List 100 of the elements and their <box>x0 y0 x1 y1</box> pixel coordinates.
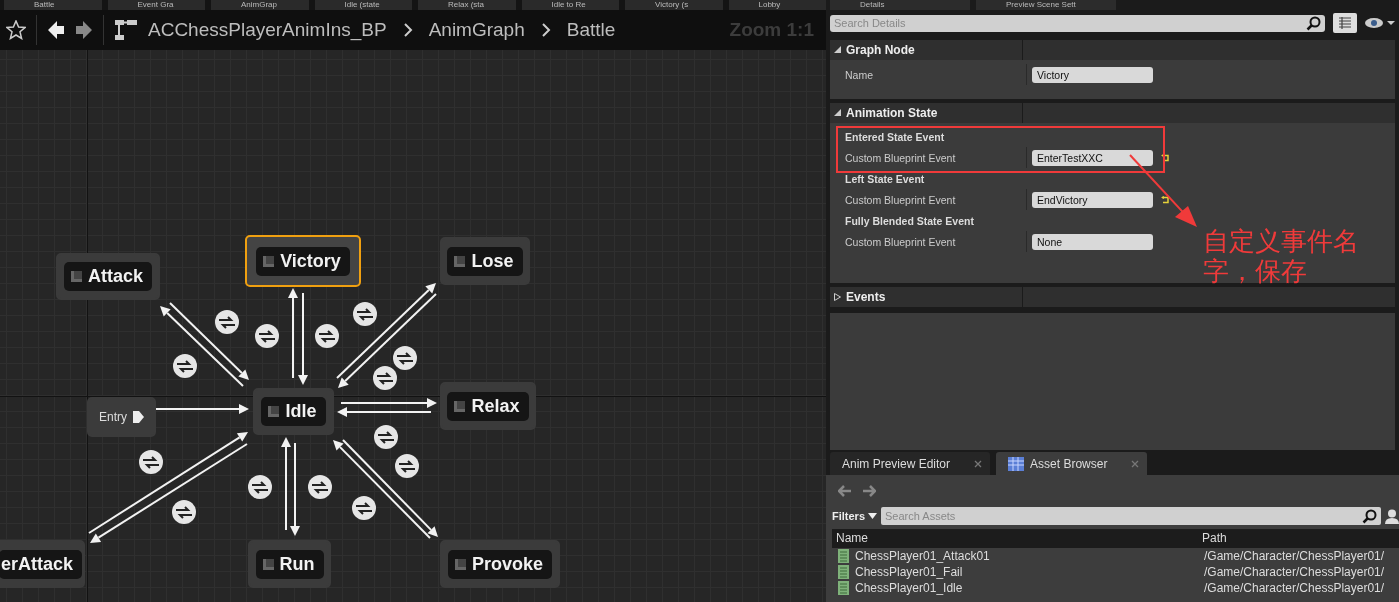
transition-icon[interactable] <box>172 500 196 524</box>
transition-arrow[interactable] <box>342 439 438 537</box>
category-label: Left State Event <box>844 172 925 185</box>
document-tab[interactable]: Relax (sta <box>418 0 516 10</box>
document-tab[interactable]: Idle (state <box>314 0 412 10</box>
node-label: Victory <box>280 250 341 272</box>
annotation-note: 自定义事件名字，保存 <box>1203 226 1360 286</box>
transition-icon[interactable] <box>215 310 239 334</box>
panel-tab[interactable]: Preview Scene Sett <box>976 0 1116 10</box>
close-icon[interactable] <box>974 459 983 468</box>
transition-arrow[interactable] <box>340 398 437 408</box>
text-field[interactable]: EnterTestXXC <box>1032 149 1153 166</box>
document-tab[interactable]: Victory (s <box>625 0 723 10</box>
panel-tab[interactable]: Asset Browser <box>996 452 1148 475</box>
state-icon <box>268 406 280 417</box>
transition-icon[interactable] <box>353 302 377 326</box>
state-node[interactable]: Idle <box>253 388 334 435</box>
transition-icon[interactable] <box>248 475 272 499</box>
section-header[interactable]: Graph Node <box>830 40 1395 60</box>
column-header[interactable]: Path <box>1198 529 1399 548</box>
reset-arrow-icon[interactable] <box>1161 195 1170 204</box>
transition-icon[interactable] <box>173 354 197 378</box>
star-icon[interactable] <box>6 20 26 40</box>
transition-icon[interactable] <box>373 366 397 390</box>
breadcrumb-item[interactable]: Battle <box>566 19 616 41</box>
filters-dropdown[interactable]: Filters <box>832 510 877 522</box>
breadcrumb-item[interactable]: AnimGraph <box>428 19 525 41</box>
breadcrumb-item[interactable]: ACChessPlayerAnimIns_BP <box>148 19 387 41</box>
transition-arrow[interactable] <box>338 293 437 388</box>
document-tab[interactable]: Battle <box>4 0 102 10</box>
transition-arrow[interactable] <box>333 440 431 539</box>
node-label: erAttack <box>0 553 73 575</box>
transition-icon[interactable] <box>374 425 398 449</box>
animation-asset-icon <box>838 581 849 595</box>
text-field[interactable]: None <box>1032 233 1153 250</box>
close-icon[interactable] <box>1131 459 1140 468</box>
section-header[interactable]: Events <box>830 287 1395 307</box>
back-arrow-icon[interactable] <box>47 20 65 40</box>
property-label: Custom Blueprint Event <box>830 189 1027 210</box>
text-field[interactable]: EndVictory <box>1032 191 1153 208</box>
node-label: Lose <box>471 250 514 272</box>
state-node[interactable]: Provoke <box>440 540 560 588</box>
document-tab[interactable]: AnimGrap <box>211 0 309 10</box>
section-header[interactable]: Animation State <box>830 103 1395 123</box>
entry-node[interactable]: Entry <box>87 397 156 437</box>
state-icon <box>454 255 466 267</box>
transition-icon[interactable] <box>393 346 417 370</box>
transition-arrow[interactable] <box>88 432 248 534</box>
state-node[interactable]: erAttack <box>0 540 85 588</box>
transition-icon[interactable] <box>395 454 419 478</box>
category-label: Fully Blended State Event <box>844 214 974 227</box>
expanded-triangle-icon <box>834 109 841 117</box>
state-node[interactable]: Victory <box>245 235 361 287</box>
transition-icon[interactable] <box>139 450 163 474</box>
forward-arrow-icon[interactable] <box>862 485 876 497</box>
asset-name[interactable]: ChessPlayer01_Attack01 <box>855 549 990 563</box>
state-node[interactable]: Relax <box>440 382 536 430</box>
transition-arrow[interactable] <box>281 437 291 531</box>
hierarchy-icon[interactable] <box>114 19 138 41</box>
view-options-button[interactable] <box>1333 13 1357 33</box>
transition-arrow[interactable] <box>288 288 298 379</box>
node-label: Provoke <box>471 553 543 575</box>
node-label: Entry <box>99 410 127 424</box>
transition-arrow[interactable] <box>90 443 248 543</box>
transition-arrow[interactable] <box>290 442 300 536</box>
transition-arrow[interactable] <box>337 407 432 417</box>
text-field[interactable]: Victory <box>1032 66 1153 83</box>
node-label: Idle <box>285 401 317 422</box>
eye-icon[interactable] <box>1365 16 1395 30</box>
asset-name[interactable]: ChessPlayer01_Fail <box>855 565 963 579</box>
transition-arrow[interactable] <box>169 302 249 380</box>
exec-pin-icon <box>133 411 144 423</box>
panel-tab[interactable]: Anim Preview Editor <box>830 452 991 475</box>
node-label: Run <box>279 553 315 575</box>
transition-arrow[interactable] <box>155 404 249 414</box>
transition-icon[interactable] <box>308 475 332 499</box>
transition-icon[interactable] <box>352 496 376 520</box>
document-tab[interactable]: Idle to Re <box>521 0 619 10</box>
asset-name[interactable]: ChessPlayer01_Idle <box>855 581 963 595</box>
document-tab[interactable]: Lobby <box>728 0 826 10</box>
collapsed-triangle-icon <box>834 293 841 301</box>
state-icon <box>262 558 274 570</box>
state-node[interactable]: Run <box>248 540 331 588</box>
forward-arrow-icon[interactable] <box>75 20 93 40</box>
document-tab[interactable]: Event Gra <box>107 0 205 10</box>
transition-arrow[interactable] <box>336 283 436 379</box>
state-icon <box>71 271 82 282</box>
column-header[interactable]: Name <box>832 529 1198 548</box>
animation-asset-icon <box>838 549 849 563</box>
transition-icon[interactable] <box>255 324 279 348</box>
state-node[interactable]: Lose <box>440 237 530 285</box>
animation-asset-icon <box>838 565 849 579</box>
transition-arrow[interactable] <box>298 292 308 385</box>
panel-tab[interactable]: Details <box>830 0 970 10</box>
transition-arrow[interactable] <box>160 306 244 387</box>
state-node[interactable]: Attack <box>56 253 160 300</box>
transition-icon[interactable] <box>315 324 339 348</box>
reset-arrow-icon[interactable] <box>1161 153 1170 162</box>
node-label: Relax <box>471 395 520 417</box>
user-icon[interactable] <box>1385 508 1399 524</box>
